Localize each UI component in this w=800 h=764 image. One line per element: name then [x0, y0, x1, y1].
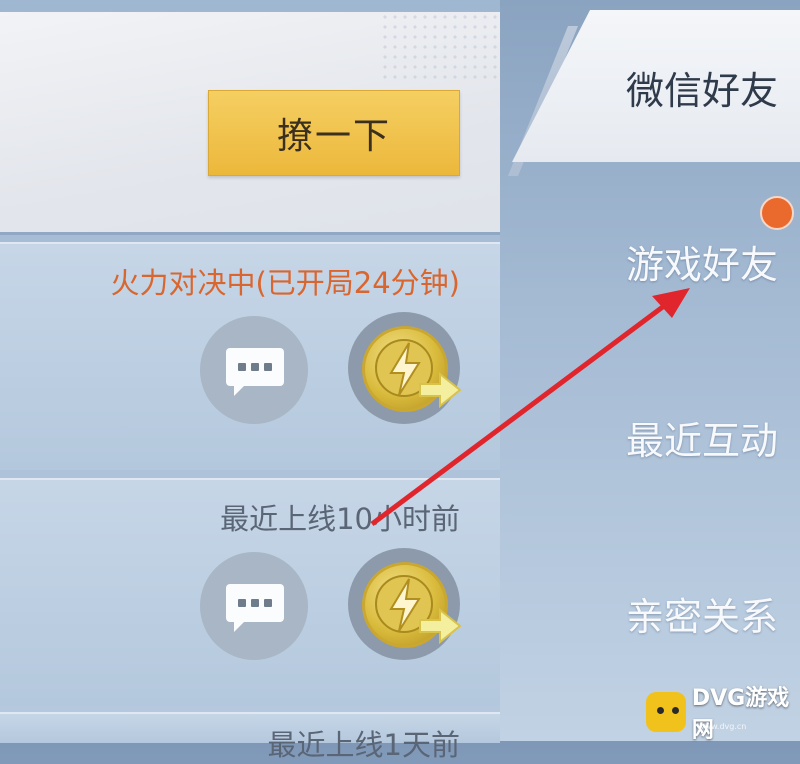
tab-intimate-relations[interactable]: 亲密关系 — [500, 558, 800, 668]
gift-energy-button[interactable] — [348, 548, 462, 660]
dvg-logo-icon — [646, 692, 686, 732]
tab-wechat-friends[interactable]: 微信好友 — [500, 32, 800, 142]
tab-label: 微信好友 — [626, 68, 779, 113]
friend-status: 火力对决中(已开局24分钟) — [110, 266, 460, 300]
friend-row[interactable]: 最近上线10小时前 — [0, 478, 500, 706]
dot-pattern-decoration — [380, 12, 500, 82]
tab-label: 亲密关系 — [626, 594, 779, 639]
friend-list-panel: 撩一下 火力对决中(已开局24分钟) 最近上线10小时前 最近上线1天前 — [0, 0, 500, 762]
watermark-domain: www.dvg.cn — [698, 722, 747, 731]
friend-status: 最近上线10小时前 — [220, 502, 460, 536]
chat-button[interactable] — [200, 316, 308, 424]
tab-game-friends[interactable]: 游戏好友 — [500, 206, 800, 316]
notification-dot — [760, 196, 794, 230]
watermark: DVG游戏网 www.dvg.cn — [646, 686, 800, 743]
poke-button[interactable]: 撩一下 — [208, 90, 460, 176]
tab-recent-interactions[interactable]: 最近互动 — [500, 382, 800, 492]
send-arrow-icon — [419, 371, 462, 409]
send-arrow-icon — [419, 607, 462, 645]
tab-label: 游戏好友 — [626, 242, 779, 287]
header-card: 撩一下 — [0, 12, 500, 235]
chat-bubble-icon — [226, 584, 284, 632]
friend-row[interactable]: 火力对决中(已开局24分钟) — [0, 242, 500, 470]
friend-row[interactable]: 最近上线1天前 — [0, 712, 500, 762]
chat-bubble-icon — [226, 348, 284, 396]
tab-label: 最近互动 — [626, 418, 779, 463]
watermark-brand: DVG游戏网 — [691, 686, 790, 743]
gift-energy-button[interactable] — [348, 312, 462, 424]
friend-status: 最近上线1天前 — [267, 728, 460, 762]
chat-button[interactable] — [200, 552, 308, 660]
friend-tabs: 微信好友 游戏好友 最近互动 亲密关系 — [500, 0, 800, 741]
